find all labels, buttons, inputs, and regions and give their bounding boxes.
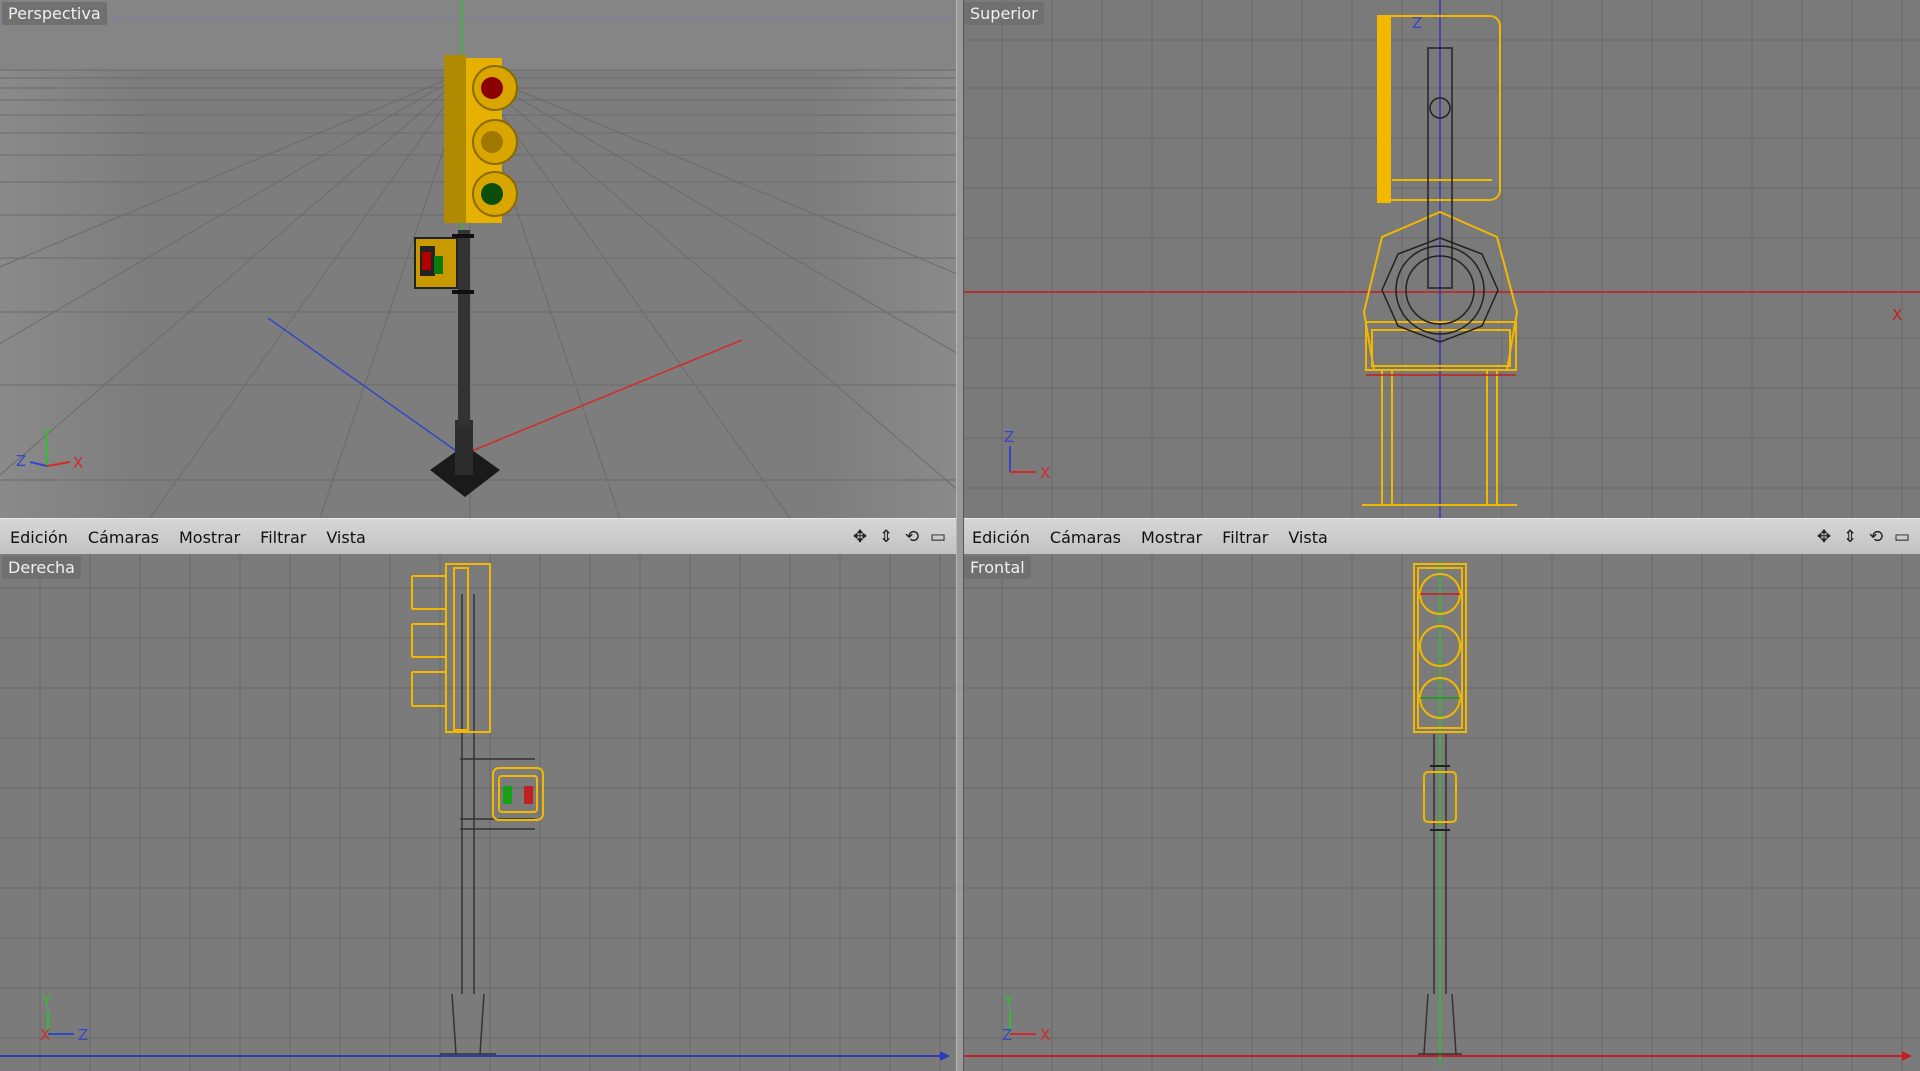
gizmo-x-label: X	[40, 1026, 50, 1044]
view-nav-icons: ✥ ⇕ ⟲ ▭	[850, 527, 948, 547]
gizmo-x-label: X	[73, 454, 83, 472]
menu-filtrar[interactable]: Filtrar	[1222, 528, 1268, 547]
top-canvas: Z X Z X	[962, 0, 1920, 518]
dolly-view-icon[interactable]: ⇕	[1840, 527, 1860, 547]
viewport-splitter[interactable]	[956, 0, 964, 1071]
dolly-view-icon[interactable]: ⇕	[876, 527, 896, 547]
front-view-label: Frontal	[964, 556, 1031, 579]
menu-camaras[interactable]: Cámaras	[1050, 528, 1121, 547]
menu-edicion[interactable]: Edición	[972, 528, 1030, 547]
move-view-icon[interactable]: ✥	[1814, 527, 1834, 547]
gizmo-z-label: Z	[1002, 1026, 1012, 1044]
gizmo-y-label: Y	[1003, 992, 1014, 1010]
editor-window: Y X Z Perspectiva Z X Z X Superior Edici…	[0, 0, 1920, 1071]
rotate-view-icon[interactable]: ⟲	[1866, 527, 1886, 547]
front-viewport[interactable]: Y X Z Frontal	[962, 554, 1920, 1071]
gizmo-z-label: Z	[1004, 428, 1014, 446]
maximize-view-icon[interactable]: ▭	[1892, 527, 1912, 547]
right-canvas: Y Z X	[0, 554, 956, 1071]
menu-camaras[interactable]: Cámaras	[88, 528, 159, 547]
front-canvas: Y X Z	[962, 554, 1920, 1071]
gizmo-y-label: Y	[41, 992, 52, 1010]
perspective-canvas: Y X Z	[0, 0, 956, 518]
menu-mostrar[interactable]: Mostrar	[179, 528, 240, 547]
gizmo-x-label: X	[1040, 464, 1050, 482]
gizmo-z-label: Z	[16, 452, 26, 470]
gizmo-x-label: X	[1040, 1026, 1050, 1044]
view-nav-icons: ✥ ⇕ ⟲ ▭	[1814, 527, 1912, 547]
rotate-view-icon[interactable]: ⟲	[902, 527, 922, 547]
perspective-view-label: Perspectiva	[2, 2, 107, 25]
maximize-view-icon[interactable]: ▭	[928, 527, 948, 547]
viewport-menubar-right: Edición Cámaras Mostrar Filtrar Vista ✥ …	[962, 518, 1920, 556]
perspective-viewport[interactable]: Y X Z Perspectiva	[0, 0, 956, 518]
viewport-menubar-left: Edición Cámaras Mostrar Filtrar Vista ✥ …	[0, 518, 956, 556]
top-z-axis-label: Z	[1412, 14, 1422, 32]
right-view-label: Derecha	[2, 556, 81, 579]
menu-vista[interactable]: Vista	[1288, 528, 1327, 547]
menu-filtrar[interactable]: Filtrar	[260, 528, 306, 547]
top-x-axis-label: X	[1892, 306, 1902, 324]
gizmo-z-label: Z	[78, 1026, 88, 1044]
top-viewport[interactable]: Z X Z X Superior	[962, 0, 1920, 518]
gizmo-y-label: Y	[41, 426, 52, 444]
move-view-icon[interactable]: ✥	[850, 527, 870, 547]
menu-edicion[interactable]: Edición	[10, 528, 68, 547]
right-viewport[interactable]: Y Z X Derecha	[0, 554, 956, 1071]
menu-vista[interactable]: Vista	[326, 528, 365, 547]
menu-mostrar[interactable]: Mostrar	[1141, 528, 1202, 547]
top-view-label: Superior	[964, 2, 1044, 25]
